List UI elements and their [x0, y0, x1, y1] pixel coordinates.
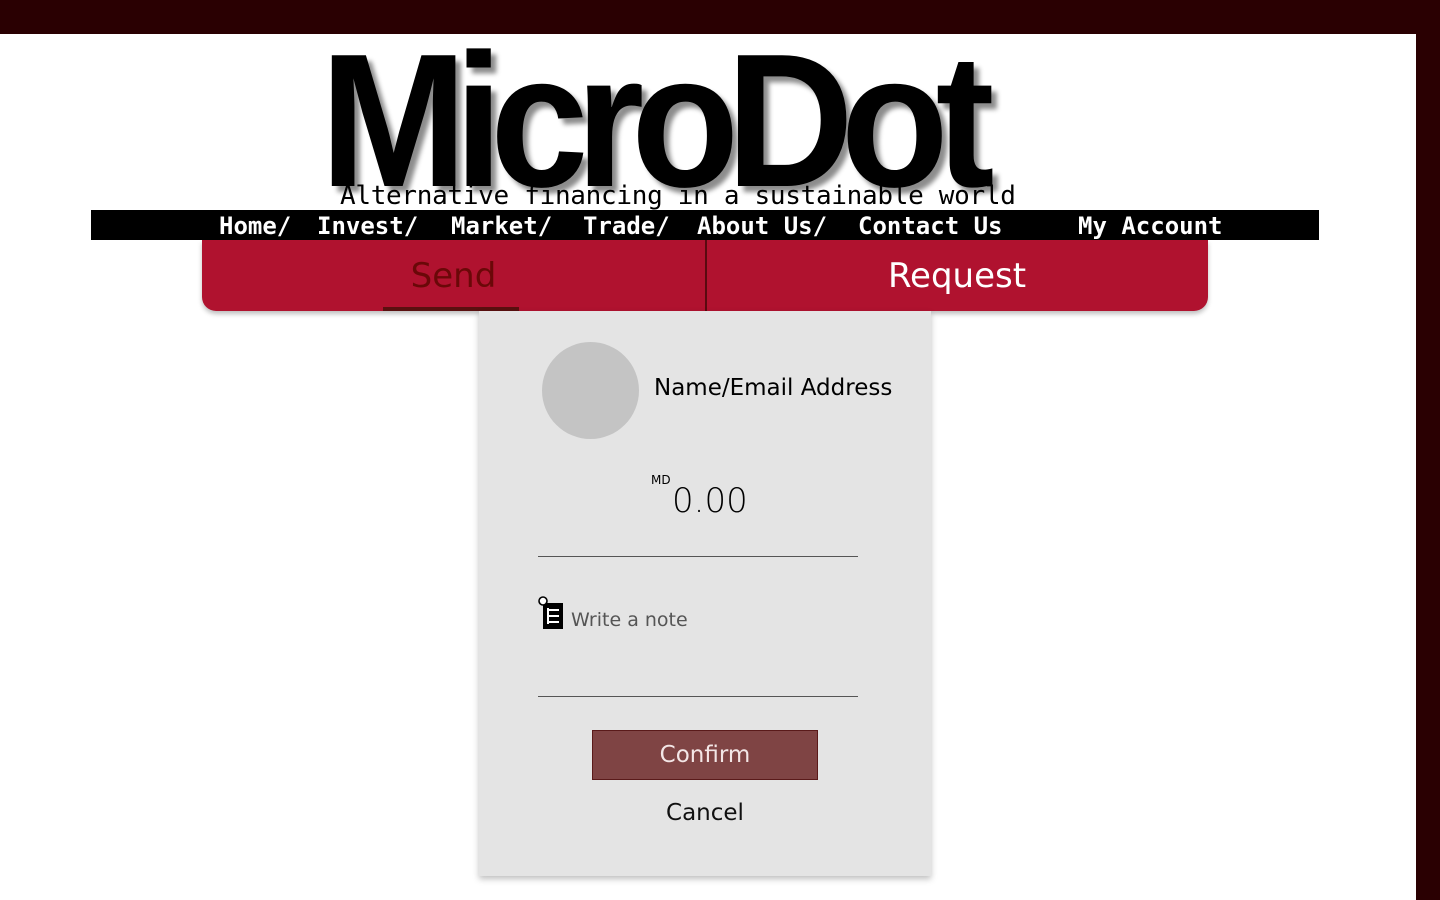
logo: MicroDot	[320, 26, 1100, 216]
tab-request[interactable]: Request	[706, 240, 1208, 311]
confirm-button[interactable]: Confirm	[592, 730, 818, 780]
nav-trade[interactable]: Trade/	[583, 212, 670, 240]
tagline: Alternative financing in a sustainable w…	[340, 181, 1016, 211]
cancel-button[interactable]: Cancel	[592, 796, 818, 830]
nav-about-us[interactable]: About Us/	[697, 212, 827, 240]
amount-underline	[538, 556, 858, 557]
main-navigation: Home/ Invest/ Market/ Trade/ About Us/ C…	[91, 210, 1319, 240]
nav-contact-us[interactable]: Contact Us	[858, 212, 1003, 240]
note-underline	[538, 696, 858, 697]
notepad-icon	[538, 596, 563, 629]
nav-my-account[interactable]: My Account	[1078, 212, 1223, 240]
send-form-card: Name/Email Address MD 0.00 Write a note …	[479, 311, 931, 876]
nav-market[interactable]: Market/	[451, 212, 552, 240]
send-request-tabs: Send Request	[202, 240, 1208, 311]
recipient-avatar	[542, 342, 639, 439]
recipient-input[interactable]: Name/Email Address	[654, 375, 892, 401]
currency-label: MD	[651, 473, 671, 487]
tab-send[interactable]: Send	[202, 240, 705, 311]
note-input[interactable]: Write a note	[571, 609, 688, 631]
page: MicroDot Alternative financing in a sust…	[0, 26, 1416, 900]
nav-invest[interactable]: Invest/	[317, 212, 418, 240]
nav-home[interactable]: Home/	[219, 212, 291, 240]
amount-input[interactable]: 0.00	[672, 481, 748, 521]
